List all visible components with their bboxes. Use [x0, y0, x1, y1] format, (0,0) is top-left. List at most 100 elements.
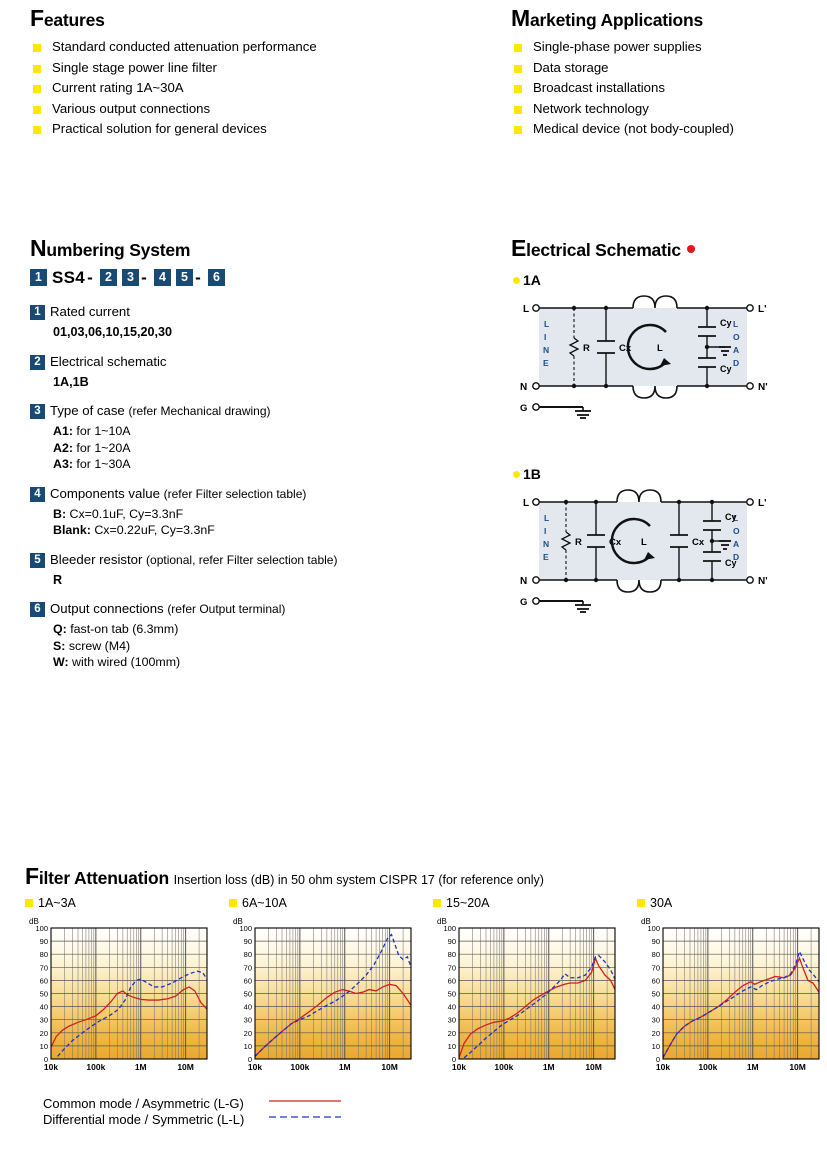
numbering-line-key: 1A,1B: [53, 374, 89, 389]
feature-text: Single stage power line filter: [52, 59, 217, 75]
numbering-block-note: (refer Filter selection table): [163, 486, 307, 501]
svg-text:Cx: Cx: [692, 537, 705, 548]
feature-text: Practical solution for general devices: [52, 121, 267, 136]
svg-text:40: 40: [448, 1003, 456, 1012]
bullet-square-icon: [33, 105, 41, 114]
svg-text:60: 60: [244, 976, 252, 985]
numbering-block-body: B: Cx=0.1uF, Cy=3.3nF Blank: Cx=0.22uF, …: [53, 506, 480, 539]
numbering-line-value: for 1~20A: [72, 440, 131, 455]
svg-text:20: 20: [244, 1029, 252, 1038]
svg-text:80: 80: [40, 950, 48, 959]
feature-text: Various output connections: [52, 100, 211, 116]
numbering-line: W: with wired (100mm): [53, 654, 480, 671]
schematic-variant-name: 1B: [523, 466, 541, 482]
svg-text:1M: 1M: [135, 1062, 147, 1072]
svg-text:L: L: [544, 513, 549, 523]
numbering-block-head: 2 Electrical schematic: [30, 354, 480, 370]
svg-text:D: D: [733, 358, 739, 368]
numbering-line-value: fast-on tab (6.3mm): [66, 622, 179, 636]
svg-text:10M: 10M: [177, 1062, 194, 1072]
schematic-title-initial: E: [511, 235, 527, 261]
svg-text:10k: 10k: [44, 1062, 58, 1072]
numbering-badge: 3: [30, 404, 45, 419]
numbering-block-label: Output connections: [50, 601, 164, 616]
numbering-block-head: 5 Bleeder resistor (optional, refer Filte…: [30, 552, 480, 568]
svg-text:L: L: [523, 304, 529, 315]
svg-text:A: A: [733, 345, 739, 355]
marketing-list: Single-phase power supplies Data storage…: [511, 37, 734, 140]
svg-text:L: L: [641, 537, 647, 548]
svg-text:50: 50: [652, 990, 660, 999]
code-badge-4: 4: [154, 269, 172, 286]
numbering-title-initial: N: [30, 235, 47, 261]
numbering-block-label: Bleeder resistor: [50, 551, 143, 567]
svg-text:N: N: [543, 345, 549, 355]
svg-text:10k: 10k: [656, 1062, 670, 1072]
attenuation-chart-svg: 0102030405060708090100dB10k 100k 1M 10M: [437, 917, 616, 1072]
svg-text:dB: dB: [233, 917, 243, 926]
svg-text:100k: 100k: [698, 1062, 717, 1072]
bullet-square-icon: [514, 64, 522, 73]
svg-text:30: 30: [40, 1016, 48, 1025]
bullet-square-icon: [514, 85, 522, 93]
numbering-line: S: screw (M4): [53, 638, 480, 655]
svg-text:E: E: [543, 358, 549, 368]
numbering-block: 1 Rated current 01,03,06,10,15,20,30: [30, 304, 480, 341]
numbering-line: B: Cx=0.1uF, Cy=3.3nF: [53, 506, 480, 523]
svg-text:10M: 10M: [585, 1062, 602, 1072]
numbering-line-key: A2:: [53, 440, 73, 455]
svg-text:dB: dB: [437, 917, 447, 926]
chart-title-text: 6A~10A: [242, 896, 287, 910]
schematic-1b-diagram: L N L' N' L I N E L O A D R Cx L Cx Cy C…: [511, 488, 811, 618]
svg-text:90: 90: [40, 937, 48, 946]
numbering-title-rest: umbering System: [46, 240, 191, 260]
bullet-square-icon: [33, 44, 41, 52]
numbering-line-key: A1:: [53, 424, 73, 438]
feature-text: Standard conducted attenuation performan…: [52, 39, 317, 54]
list-item: Single-phase power supplies: [511, 37, 734, 58]
numbering-line-key: A3:: [53, 457, 73, 471]
numbering-line: R: [53, 572, 480, 589]
numbering-block-body: A1: for 1~10A A2: for 1~20A A3: for 1~30…: [53, 423, 480, 473]
marketing-text: Broadcast installations: [533, 80, 665, 95]
numbering-block-note: (optional, refer Filter selection table): [146, 552, 338, 567]
svg-text:10: 10: [244, 1042, 252, 1051]
legend-line-dashed: [268, 1108, 341, 1123]
code-badge-2: 2: [100, 269, 118, 286]
numbering-block: 4 Components value (refer Filter selectio…: [30, 486, 480, 539]
svg-text:L: L: [733, 319, 738, 329]
svg-text:O: O: [733, 526, 740, 536]
svg-text:20: 20: [448, 1029, 456, 1038]
feature-text: Current rating 1A~30A: [52, 80, 184, 95]
attenuation-title-initial: F: [25, 863, 39, 889]
numbering-line-value: with wired (100mm): [68, 655, 181, 669]
svg-text:40: 40: [244, 1003, 252, 1012]
marketing-text: Data storage: [533, 59, 609, 75]
schematic-1b-svg: L N L' N' L I N E L O A D R Cx L Cx Cy C…: [520, 489, 768, 613]
chart-title-2: 6A~10A: [229, 896, 287, 910]
numbering-block: 3 Type of case (refer Mechanical drawing)…: [30, 403, 480, 473]
yellow-dot-icon: [513, 471, 520, 478]
svg-text:10: 10: [40, 1042, 48, 1051]
svg-text:G: G: [520, 403, 527, 414]
attenuation-title-rest: ilter Attenuation: [38, 868, 169, 888]
chart-titles-row: 1A~3A 6A~10A 15~20A 30A: [25, 896, 815, 914]
schematic-1a-label: 1A: [513, 272, 811, 288]
svg-text:60: 60: [652, 976, 660, 985]
numbering-block-body: R: [53, 572, 480, 589]
schematic-title: Electrical Schematic: [511, 237, 811, 261]
schematic-1b-label: 1B: [513, 466, 811, 482]
list-item: Various output connections: [30, 99, 317, 120]
list-item: Broadcast installations: [511, 78, 734, 99]
svg-text:10k: 10k: [452, 1062, 466, 1072]
features-title: Features: [30, 7, 317, 31]
svg-text:60: 60: [448, 976, 456, 985]
code-dash-2: -: [141, 268, 148, 287]
marketing-text: Network technology: [533, 100, 649, 116]
numbering-block-label: Components value: [50, 485, 160, 501]
numbering-line: 1A,1B: [53, 374, 480, 391]
numbering-line-key: 01,03,06,10,15,20,30: [53, 325, 173, 339]
numbering-line-key: S:: [53, 638, 66, 653]
numbering-block-label: Type of case: [50, 403, 125, 418]
schematic-1a-diagram: L N L' N' L I N E L O A D R Cx L Cy Cy G: [511, 294, 811, 424]
